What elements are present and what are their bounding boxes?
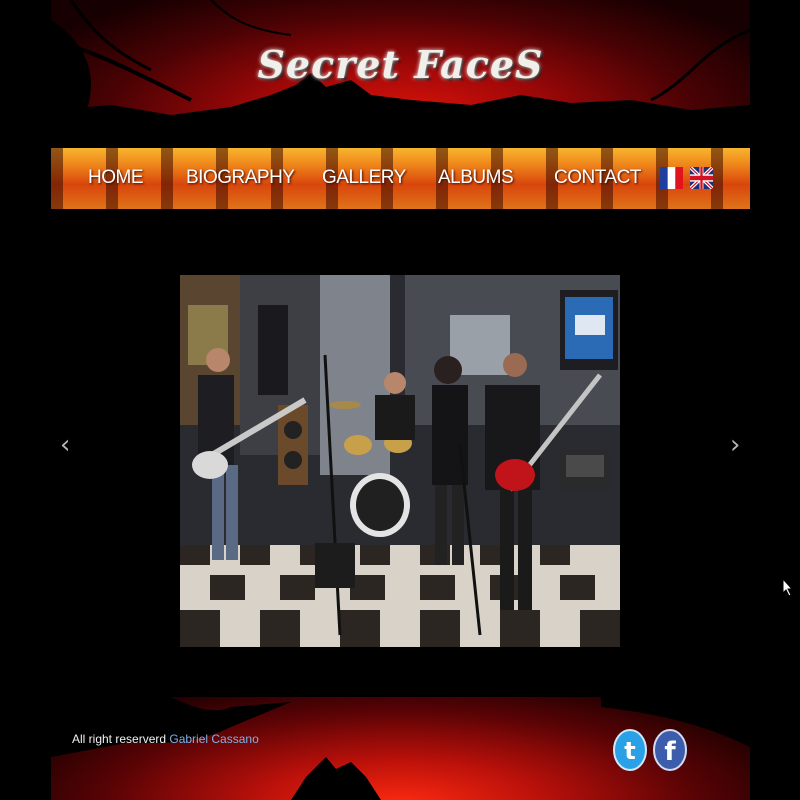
copyright-label: All right reserverd [72,732,167,746]
slider-prev-arrow-icon[interactable]: ‹ [60,430,70,460]
facebook-icon[interactable]: f [653,727,687,773]
nav-home[interactable]: HOME [88,167,144,189]
gallery-slide-photo [180,275,620,647]
site-header: Secret FaceS [51,0,750,125]
nav-albums[interactable]: ALBUMS [438,167,514,189]
site-logo[interactable]: Secret FaceS [51,42,750,87]
slider-next-arrow-icon[interactable]: › [730,430,740,460]
svg-text:f: f [664,737,676,767]
uk-flag-icon[interactable] [690,167,713,189]
copyright-text: All right reserverd Gabriel Cassano [72,732,259,746]
mouse-cursor-icon [782,578,794,597]
twitter-icon[interactable]: t [613,727,647,773]
main-nav: HOME BIOGRAPHY GALLERY ALBUMS CONTACT [51,148,750,209]
nav-contact[interactable]: CONTACT [554,167,641,189]
nav-gallery[interactable]: GALLERY [322,167,406,189]
svg-text:t: t [624,737,635,765]
nav-biography[interactable]: BIOGRAPHY [186,167,295,189]
author-link[interactable]: Gabriel Cassano [169,732,258,746]
fr-flag-icon[interactable] [660,167,683,189]
band-photo-image [180,275,620,647]
